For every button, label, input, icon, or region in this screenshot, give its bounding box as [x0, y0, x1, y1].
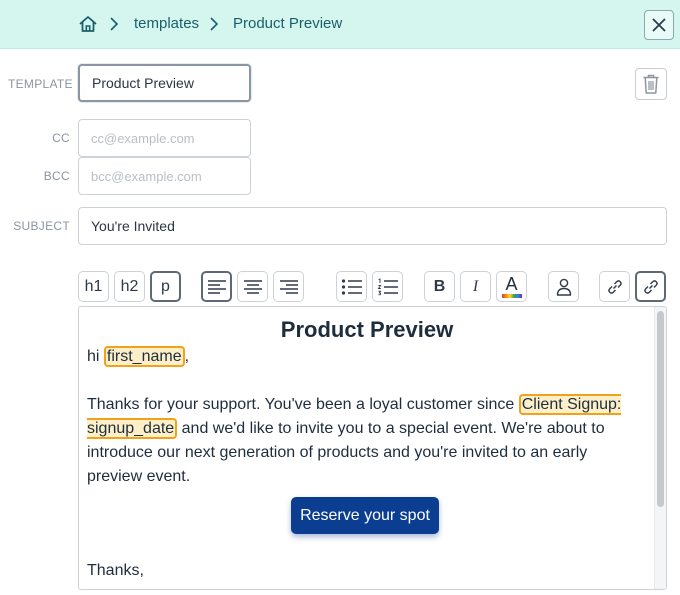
bcc-field[interactable]: bcc@example.com	[78, 157, 251, 195]
editor-content: hi first_name, Thanks for your support. …	[87, 345, 643, 583]
paragraph-label: p	[161, 277, 170, 295]
scrollbar-thumb[interactable]	[657, 311, 664, 507]
cta-container: Reserve your spot	[87, 497, 643, 559]
numbered-list-icon	[377, 277, 398, 295]
text-color-button[interactable]: A	[496, 271, 527, 302]
merge-tag-first-name[interactable]: first_name	[103, 346, 185, 367]
heading1-label: h1	[84, 277, 103, 295]
subject-input[interactable]: You're Invited	[78, 207, 667, 245]
align-left-icon	[207, 279, 226, 294]
insert-field-button[interactable]	[548, 271, 579, 302]
italic-icon: I	[472, 277, 479, 295]
breadcrumb-current: Product Preview	[233, 15, 343, 32]
header-bar: templates Product Preview	[0, 0, 680, 49]
reserve-spot-button[interactable]: Reserve your spot	[291, 497, 439, 534]
bullet-list-button[interactable]	[336, 271, 367, 302]
unlink-button[interactable]	[635, 271, 666, 302]
text-color-letter: A	[505, 273, 518, 294]
greeting-line: hi first_name,	[87, 345, 643, 369]
cc-field[interactable]: cc@example.com	[78, 119, 251, 157]
paragraph-start: Thanks for your support. You've been a l…	[87, 396, 515, 413]
chevron-right-icon	[108, 15, 120, 33]
italic-button[interactable]: I	[460, 271, 491, 302]
editor-heading: Product Preview	[280, 317, 454, 342]
breadcrumb-templates[interactable]: templates	[134, 15, 199, 33]
close-button[interactable]	[644, 10, 674, 40]
scrollbar-track[interactable]	[654, 307, 666, 589]
numbered-list-button[interactable]	[372, 271, 403, 302]
trash-icon	[643, 74, 659, 94]
subject-label: SUBJECT	[13, 219, 70, 233]
person-icon	[556, 278, 571, 296]
closing-line: Thanks,	[87, 562, 144, 579]
align-center-icon	[243, 279, 262, 294]
merge-tag-part2: signup_date	[87, 420, 175, 437]
align-right-icon	[279, 279, 298, 294]
greeting-punct: ,	[184, 348, 190, 365]
chevron-right-icon	[208, 15, 220, 33]
color-swatch	[501, 293, 522, 298]
greeting-text: hi	[87, 348, 100, 365]
delete-button[interactable]	[635, 68, 667, 100]
bold-button[interactable]: B	[424, 271, 455, 302]
text-color-icon: A	[501, 273, 522, 298]
home-icon[interactable]	[78, 14, 98, 34]
unlink-icon	[643, 279, 658, 294]
template-name-input[interactable]: Product Preview	[78, 64, 251, 102]
paragraph-button[interactable]: p	[150, 271, 181, 302]
body-paragraph: Thanks for your support. You've been a l…	[87, 393, 643, 489]
template-label: TEMPLATE	[8, 77, 73, 91]
align-right-button[interactable]	[273, 271, 304, 302]
bold-icon: B	[433, 277, 446, 295]
link-button[interactable]	[599, 271, 630, 302]
align-center-button[interactable]	[237, 271, 268, 302]
cc-label: CC	[52, 131, 70, 145]
close-icon	[652, 18, 666, 32]
link-icon	[607, 279, 622, 294]
heading2-label: h2	[120, 277, 139, 295]
merge-tag-part1: Client Signup:	[521, 396, 622, 413]
bullet-list-icon	[341, 278, 362, 295]
bcc-label: BCC	[43, 169, 70, 183]
heading2-button[interactable]: h2	[114, 271, 145, 302]
email-body-editor[interactable]: Product Preview hi first_name, Thanks fo…	[78, 306, 667, 590]
align-left-button[interactable]	[201, 271, 232, 302]
heading1-button[interactable]: h1	[78, 271, 109, 302]
